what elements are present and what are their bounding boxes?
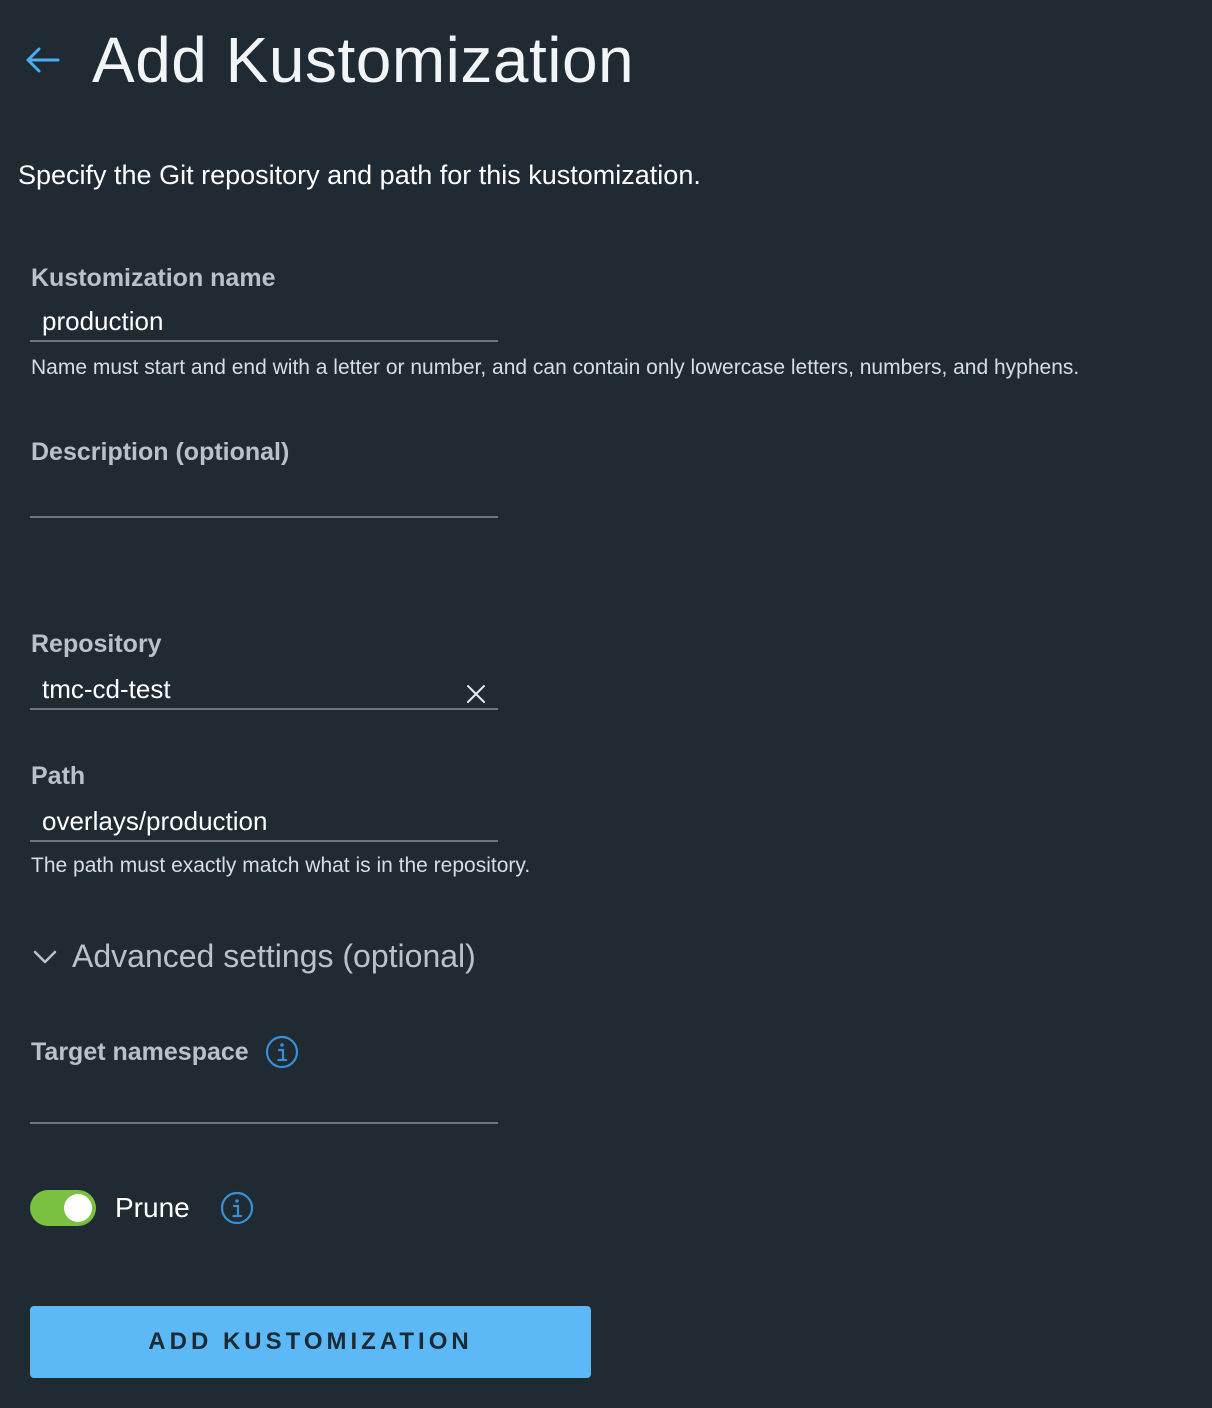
kustomization-name-helper: Name must start and end with a letter or…: [31, 356, 1080, 379]
page-header: Add Kustomization: [22, 20, 634, 100]
prune-row: Prune: [30, 1190, 254, 1226]
kustomization-name-input[interactable]: [30, 302, 498, 342]
back-button[interactable]: [22, 40, 62, 80]
toggle-knob: [64, 1194, 92, 1222]
prune-info-button[interactable]: [220, 1191, 254, 1225]
description-input[interactable]: [30, 478, 498, 518]
repository-input[interactable]: [30, 670, 498, 710]
prune-toggle[interactable]: [30, 1190, 96, 1226]
chevron-down-icon: [33, 950, 57, 963]
target-namespace-info-button[interactable]: [265, 1035, 299, 1069]
repository-clear-button[interactable]: [462, 680, 490, 708]
description-label: Description (optional): [31, 438, 290, 466]
target-namespace-label: Target namespace: [31, 1037, 249, 1066]
advanced-settings-toggle[interactable]: Advanced settings (optional): [32, 938, 476, 975]
add-kustomization-button[interactable]: ADD KUSTOMIZATION: [30, 1306, 591, 1378]
info-icon: [265, 1035, 298, 1069]
repository-label: Repository: [31, 630, 162, 658]
path-label: Path: [31, 762, 86, 790]
info-icon: [220, 1191, 253, 1225]
advanced-settings-label: Advanced settings (optional): [72, 938, 476, 974]
add-kustomization-page: Add Kustomization Specify the Git reposi…: [0, 0, 1212, 1408]
kustomization-name-label: Kustomization name: [31, 264, 276, 292]
prune-label: Prune: [115, 1192, 190, 1223]
intro-text: Specify the Git repository and path for …: [18, 160, 701, 190]
target-namespace-label-row: Target namespace: [31, 1035, 299, 1069]
path-helper: The path must exactly match what is in t…: [31, 854, 531, 877]
arrow-left-icon: [26, 47, 60, 73]
target-namespace-input[interactable]: [30, 1084, 498, 1124]
close-icon: [467, 685, 485, 703]
path-input[interactable]: [30, 802, 498, 842]
page-title: Add Kustomization: [92, 24, 635, 96]
